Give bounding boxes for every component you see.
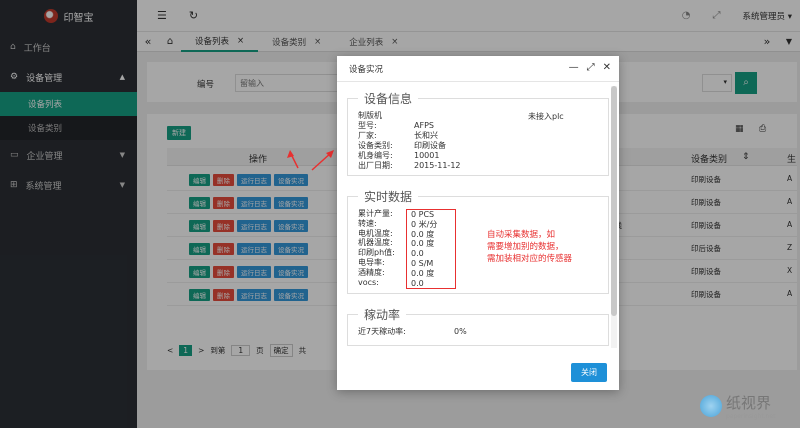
info-label: 机身编号:: [358, 151, 393, 160]
utilization-label: 近7天稼动率:: [358, 327, 406, 337]
device-info-section: 设备信息 未接入plc 制版机 型号: AFPS 厂家: 长和兴 设备类别: 印刷设备 机身编…: [347, 90, 609, 176]
watermark: 纸视界 paperinsight.net: [700, 392, 775, 420]
dialog-header: 设备实况 — ⤢ ✕: [337, 56, 619, 82]
realtime-label: 电机温度:: [358, 228, 393, 238]
maximize-icon[interactable]: ⤢: [587, 62, 595, 73]
utilization-value: 0%: [454, 327, 467, 337]
realtime-value: 0.0 度: [411, 229, 435, 239]
info-label: 型号:: [358, 121, 377, 130]
section-title: 实时数据: [364, 190, 413, 204]
info-row: 设备类别: 印刷设备: [358, 141, 598, 151]
realtime-label: 累计产量:: [358, 209, 393, 218]
dialog-title: 设备实况: [349, 64, 384, 75]
realtime-label: 印刷ph值:: [358, 248, 395, 258]
plc-status: 未接入plc: [528, 112, 564, 121]
realtime-value: 0 米/分: [411, 219, 438, 229]
utilization-section: 稼动率 近7天稼动率: 0%: [347, 306, 609, 347]
watermark-text: 纸视界: [726, 394, 772, 412]
watermark-url: paperinsight.net: [726, 413, 776, 420]
realtime-values-box: 0 PCS 0 米/分 0.0 度 0.0 度 0.0 0 S/M 0.0 度 0.0: [406, 209, 456, 290]
dialog-scrollbar[interactable]: [611, 86, 617, 348]
section-title: 设备信息: [364, 92, 413, 106]
annotation-text: 自动采集数据，如 需要增加别的数据， 需加装相对应的传感器: [487, 230, 573, 264]
realtime-value: 0 PCS: [411, 210, 435, 219]
info-value: 10001: [414, 151, 440, 160]
section-title: 稼动率: [364, 308, 401, 323]
close-icon[interactable]: ✕: [603, 62, 611, 73]
realtime-value: 0.0: [411, 278, 424, 288]
realtime-label: 电导率:: [358, 257, 385, 267]
realtime-value: 0.0 度: [411, 268, 435, 278]
dialog-body: 设备信息 未接入plc 制版机 型号: AFPS 厂家: 长和兴 设备类别: 印刷设备 机身编…: [347, 86, 609, 348]
info-label: 出厂日期:: [358, 161, 393, 170]
realtime-label: 酒精度:: [358, 267, 385, 277]
device-status-dialog: 设备实况 — ⤢ ✕ 设备信息 未接入plc 制版机 型号: AFPS 厂家: 长和兴设…: [337, 56, 619, 390]
info-value: 长和兴: [414, 131, 438, 140]
info-value: AFPS: [414, 121, 434, 130]
realtime-label: 转速:: [358, 218, 377, 228]
info-row: 出厂日期: 2015-11-12: [358, 161, 598, 171]
info-row: 机身编号: 10001: [358, 151, 598, 161]
info-label: 设备类别:: [358, 141, 393, 150]
minimize-icon[interactable]: —: [569, 62, 579, 73]
close-button[interactable]: 关闭: [571, 363, 607, 382]
watermark-logo-icon: [700, 395, 722, 417]
info-value: 印刷设备: [414, 141, 446, 150]
realtime-value: 0 S/M: [411, 258, 434, 268]
realtime-value: 0.0: [411, 249, 424, 259]
info-row: 厂家: 长和兴: [358, 131, 598, 141]
info-row: 型号: AFPS: [358, 121, 598, 131]
realtime-label: vocs:: [358, 277, 379, 287]
info-label: 厂家:: [358, 131, 377, 140]
info-value: 2015-11-12: [414, 161, 461, 170]
realtime-label: 机器温度:: [358, 238, 393, 248]
info-label: 制版机: [358, 111, 382, 120]
realtime-value: 0.0 度: [411, 239, 435, 249]
